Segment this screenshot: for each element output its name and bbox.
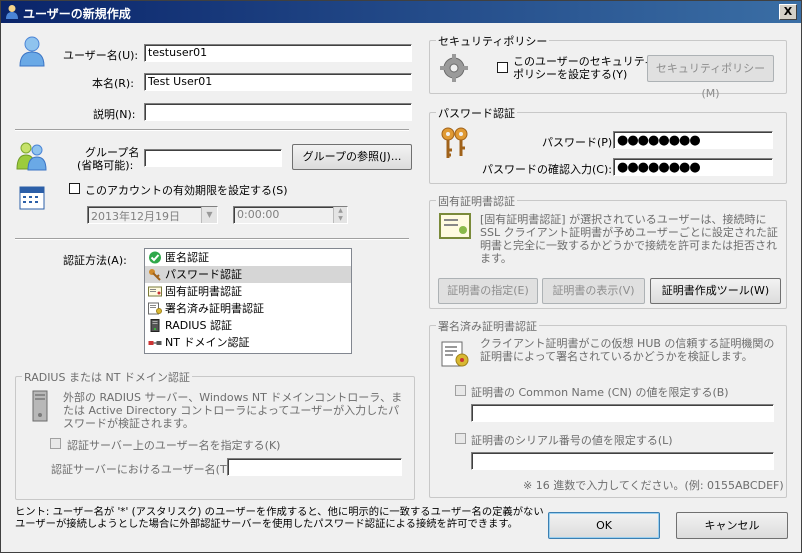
expire-time-spinner[interactable]: 0:00:00 ▲ ▼ bbox=[233, 206, 348, 224]
chevron-down-icon[interactable]: ▼ bbox=[201, 207, 217, 223]
cn-input[interactable] bbox=[471, 404, 774, 422]
password-label: パスワード(P): bbox=[542, 136, 616, 149]
check-icon bbox=[149, 251, 161, 264]
password-input[interactable]: ●●●●●●●● bbox=[613, 131, 773, 149]
certificate-icon bbox=[439, 213, 471, 239]
radius-username-checkbox-label[interactable]: 認証サーバー上のユーザー名を指定する(K) bbox=[67, 437, 280, 453]
auth-item-label: パスワード認証 bbox=[165, 268, 242, 281]
keys-icon bbox=[441, 127, 468, 158]
user-icon bbox=[19, 36, 45, 67]
server-tower-icon bbox=[32, 390, 48, 422]
hint-line-2: ユーザーが接続しようとした場合に外部認証サーバーを使用したパスワード認証による接… bbox=[15, 518, 518, 530]
serial-checkbox-label[interactable]: 証明書のシリアル番号の値を限定する(L) bbox=[471, 432, 673, 448]
server-icon bbox=[150, 319, 160, 332]
group-input[interactable] bbox=[144, 149, 282, 167]
expire-checkbox[interactable] bbox=[69, 183, 80, 194]
serial-input[interactable] bbox=[471, 452, 774, 470]
auth-item-anonymous[interactable]: 匿名認証 bbox=[145, 249, 351, 266]
close-button[interactable]: X bbox=[779, 4, 797, 20]
password-group-title: パスワード認証 bbox=[436, 105, 517, 121]
realname-label: 本名(R): bbox=[92, 77, 134, 90]
auth-method-list[interactable]: 匿名認証 パスワード認証 固有証明書認証 署名済み証明書認証 RADIUS 認証… bbox=[144, 248, 352, 354]
fixed-cert-description: [固有証明書認証] が選択されているユーザーは、接続時に SSL クライアント証… bbox=[480, 213, 778, 265]
fixed-cert-title: 固有証明書認証 bbox=[436, 193, 517, 209]
cert-view-button[interactable]: 証明書の表示(V) bbox=[542, 278, 645, 304]
username-input[interactable]: testuser01 bbox=[144, 44, 412, 62]
signed-cert-icon bbox=[441, 341, 469, 367]
security-policy-checkbox-label[interactable]: このユーザーのセキュリティ ポリシーを設定する(Y) bbox=[513, 55, 655, 81]
gear-icon bbox=[440, 54, 468, 82]
realname-input[interactable]: Test User01 bbox=[144, 73, 412, 91]
radius-username-checkbox[interactable] bbox=[50, 438, 61, 449]
serial-checkbox[interactable] bbox=[455, 433, 466, 444]
radius-group-title: RADIUS または NT ドメイン認証 bbox=[22, 369, 192, 385]
auth-item-radius[interactable]: RADIUS 認証 bbox=[145, 317, 351, 334]
key-icon bbox=[149, 269, 161, 281]
cert-specify-button[interactable]: 証明書の指定(E) bbox=[438, 278, 538, 304]
group-browse-button[interactable]: グループの参照(J)... bbox=[292, 144, 412, 170]
auth-item-label: NT ドメイン認証 bbox=[165, 336, 250, 349]
certificate-icon bbox=[148, 286, 162, 297]
title-bar[interactable]: ユーザーの新規作成 X bbox=[1, 1, 801, 23]
auth-item-signed-cert[interactable]: 署名済み証明書認証 bbox=[145, 300, 351, 317]
expire-time-value: 0:00:00 bbox=[237, 208, 280, 221]
cancel-button[interactable]: キャンセル bbox=[676, 512, 788, 539]
server-username-input[interactable] bbox=[227, 458, 402, 476]
auth-item-label: 匿名認証 bbox=[165, 251, 209, 264]
domain-icon bbox=[148, 341, 162, 345]
signed-cert-description: クライアント証明書がこの仮想 HUB の信頼する証明機関の証明書によって署名され… bbox=[480, 337, 775, 363]
divider bbox=[15, 129, 409, 131]
radius-description: 外部の RADIUS サーバー、Windows NT ドメインコントローラ、また… bbox=[63, 391, 403, 430]
security-checkbox-line2: ポリシーを設定する(Y) bbox=[513, 68, 628, 81]
cert-tool-button[interactable]: 証明書作成ツール(W) bbox=[650, 278, 781, 304]
security-checkbox-line1: このユーザーのセキュリティ bbox=[513, 55, 656, 68]
signed-cert-icon bbox=[148, 302, 162, 315]
expire-date-picker[interactable]: 2013年12月19日 ▼ bbox=[87, 206, 218, 224]
spinner-arrows-icon[interactable]: ▲ ▼ bbox=[333, 207, 347, 223]
note-input[interactable] bbox=[144, 103, 412, 121]
divider bbox=[15, 238, 409, 240]
security-policy-checkbox[interactable] bbox=[497, 62, 508, 73]
password-confirm-input[interactable]: ●●●●●●●● bbox=[613, 158, 773, 176]
server-username-label: 認証サーバーにおけるユーザー名(T): bbox=[51, 463, 235, 476]
cn-checkbox[interactable] bbox=[455, 385, 466, 396]
auth-item-label: 署名済み証明書認証 bbox=[165, 302, 264, 315]
auth-item-nt-domain[interactable]: NT ドメイン認証 bbox=[145, 334, 351, 351]
signed-cert-title: 署名済み証明書認証 bbox=[436, 318, 539, 334]
auth-item-password[interactable]: パスワード認証 bbox=[145, 266, 351, 283]
ok-button[interactable]: OK bbox=[548, 512, 660, 539]
group-label-line2: (省略可能): bbox=[77, 159, 134, 172]
username-label: ユーザー名(U): bbox=[63, 49, 139, 62]
serial-hint: ※ 16 進数で入力してください。(例: 0155ABCDEF) bbox=[523, 479, 784, 492]
user-icon bbox=[6, 5, 18, 19]
security-policy-button[interactable]: セキュリティポリシー(M) bbox=[647, 55, 774, 100]
password-confirm-label: パスワードの確認入力(C): bbox=[482, 163, 612, 176]
expire-checkbox-label[interactable]: このアカウントの有効期限を設定する(S) bbox=[85, 182, 288, 198]
security-policy-title: セキュリティポリシー bbox=[436, 33, 550, 49]
group-icon bbox=[16, 142, 47, 171]
auth-item-label: RADIUS 認証 bbox=[165, 319, 232, 332]
calendar-icon bbox=[19, 186, 45, 210]
window-title: ユーザーの新規作成 bbox=[23, 7, 131, 21]
expire-date-value: 2013年12月19日 bbox=[91, 210, 180, 223]
auth-item-label: 固有証明書認証 bbox=[165, 285, 242, 298]
hint-line-1: ヒント: ユーザー名が '*' (アスタリスク) のユーザーを作成すると、他に明… bbox=[15, 506, 544, 518]
hint-text: ヒント: ユーザー名が '*' (アスタリスク) のユーザーを作成すると、他に明… bbox=[15, 506, 544, 530]
auth-item-fixed-cert[interactable]: 固有証明書認証 bbox=[145, 283, 351, 300]
note-label: 説明(N): bbox=[93, 108, 136, 121]
cn-checkbox-label[interactable]: 証明書の Common Name (CN) の値を限定する(B) bbox=[471, 384, 729, 400]
auth-method-label: 認証方法(A): bbox=[63, 254, 127, 267]
new-user-dialog: ユーザーの新規作成 X ユーザー名(U): testuser01 本名(R): … bbox=[0, 0, 802, 553]
